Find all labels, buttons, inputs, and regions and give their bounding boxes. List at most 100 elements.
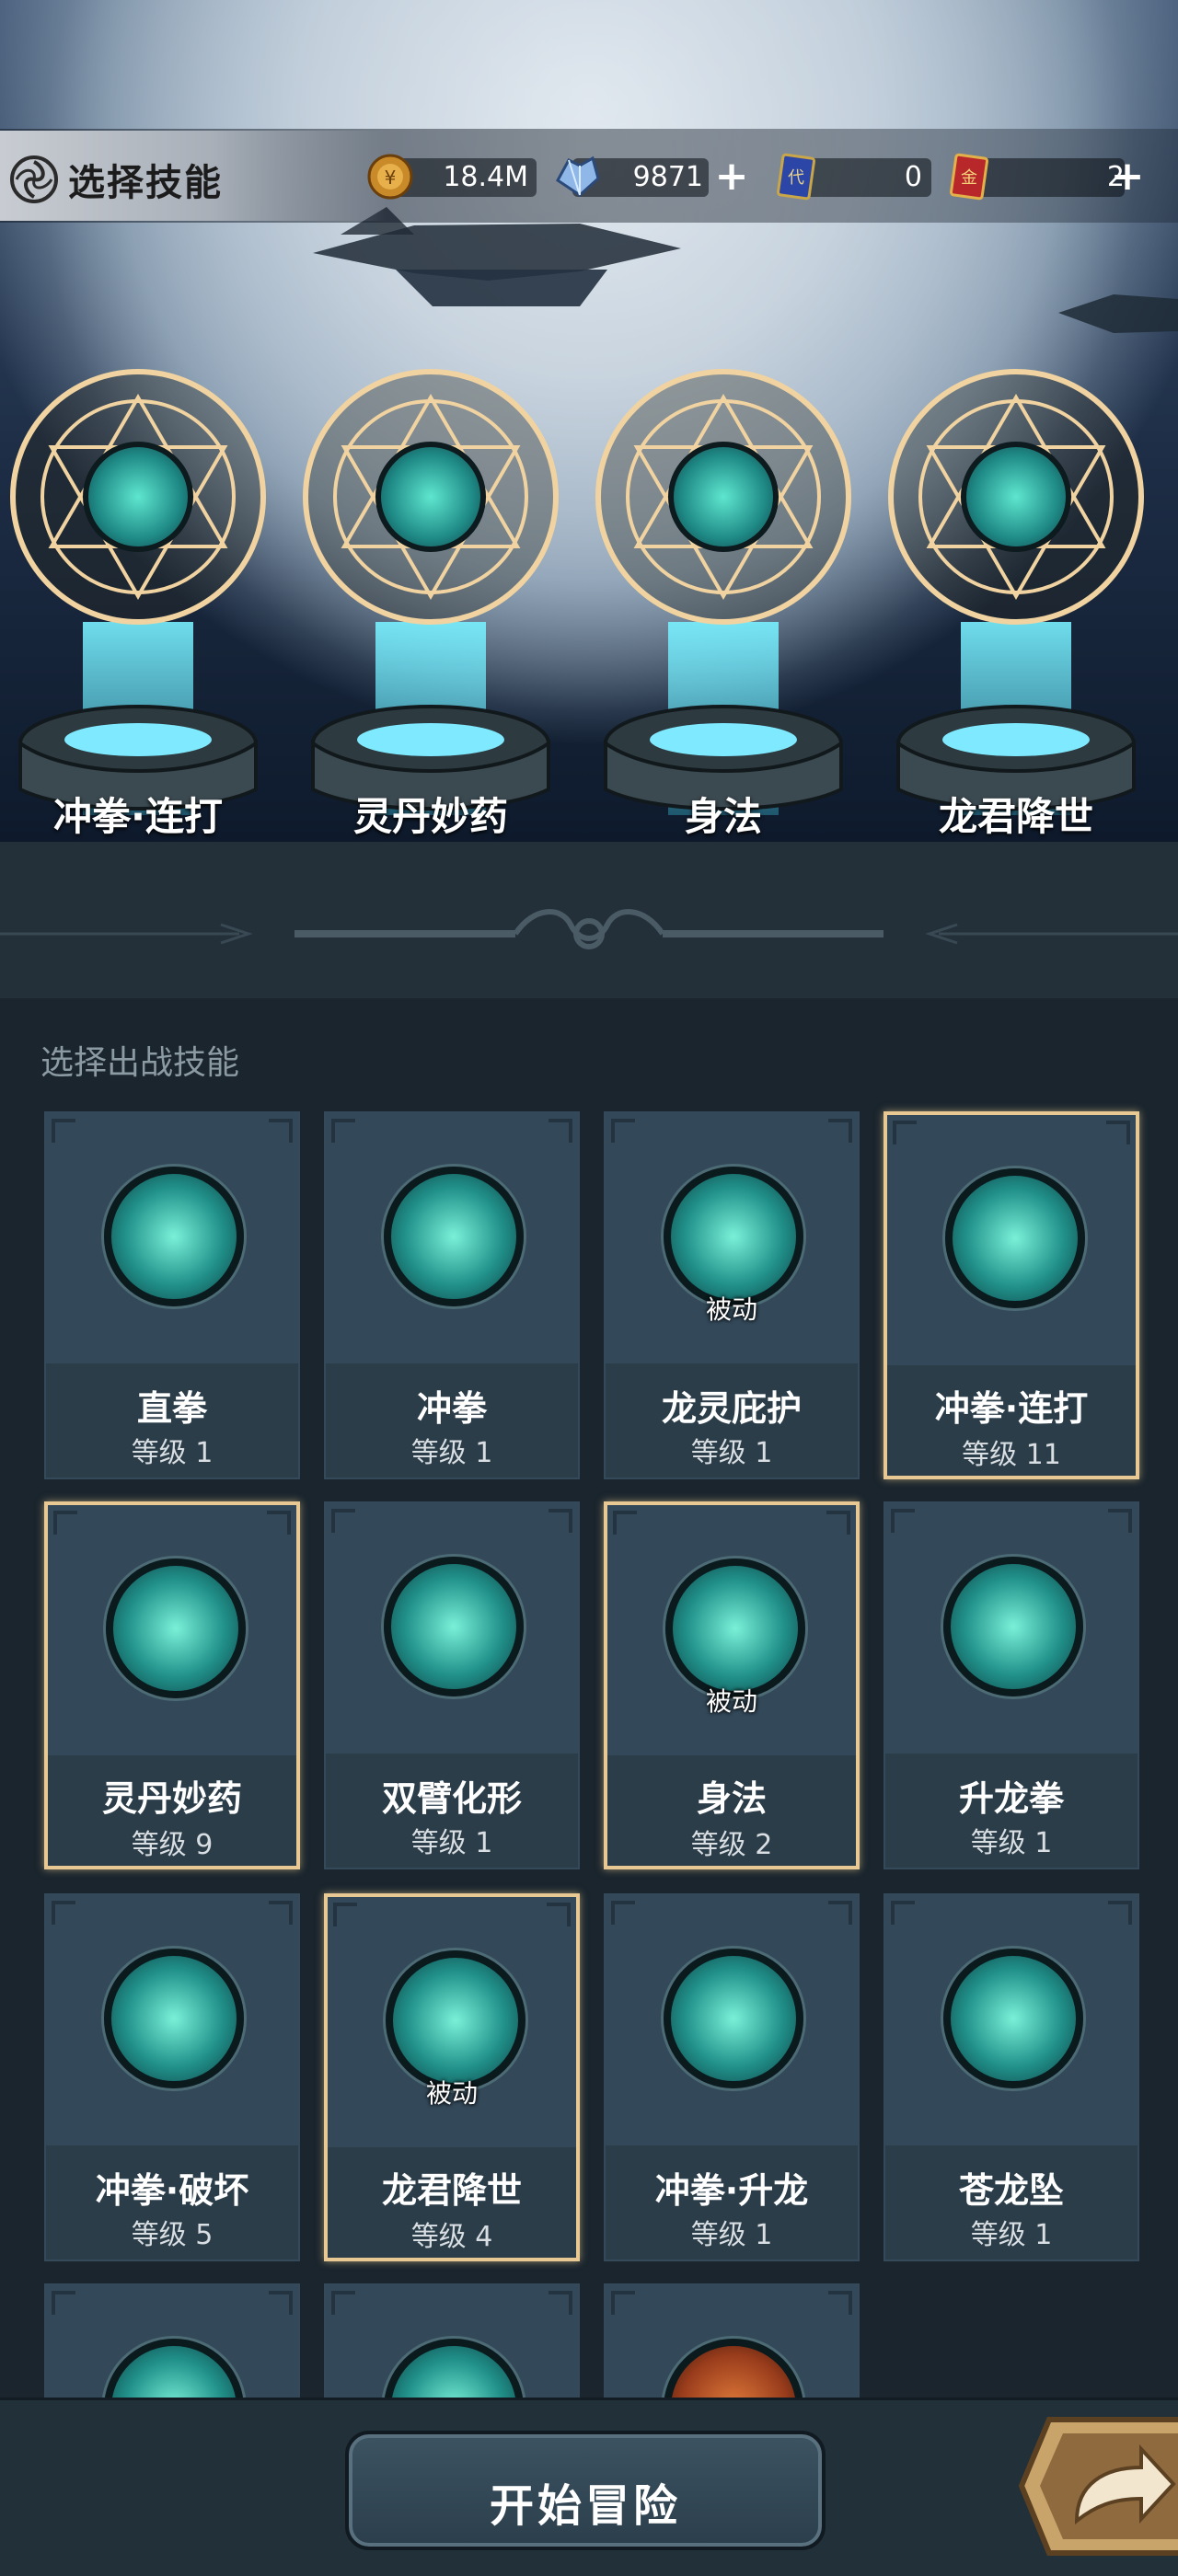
- skill-name: 直拳: [136, 1388, 207, 1429]
- card-corner-ornament: [331, 1509, 355, 1533]
- twin-arms-icon: [384, 1557, 524, 1696]
- card-corner-ornament: [1108, 1509, 1132, 1533]
- skill-level: 等级 1: [131, 1437, 214, 1469]
- card-corner-ornament: [549, 1119, 572, 1143]
- card-corner-ornament: [828, 1119, 852, 1143]
- skill-level: 等级 5: [131, 2219, 214, 2251]
- card-corner-ornament: [269, 1901, 293, 1925]
- skill-level: 等级 1: [690, 1437, 773, 1469]
- gourd-potion-icon: [375, 442, 486, 552]
- skill-name: 冲拳·连打: [934, 1388, 1089, 1429]
- skill-name: 龙灵庇护: [661, 1388, 802, 1429]
- card-corner-ornament: [52, 1119, 75, 1143]
- card-corner-ornament: [53, 1511, 77, 1535]
- gourd-potion-icon: [106, 1558, 246, 1698]
- skill-name: 龙君降世: [381, 2170, 522, 2211]
- blue-card-icon: 代: [776, 153, 816, 201]
- equipped-skill-slot[interactable]: 身法: [585, 366, 861, 845]
- page-title: 选择技能: [68, 162, 223, 204]
- add-crystal-button[interactable]: +: [710, 156, 753, 199]
- equipped-skill-name: 龙君降世: [938, 794, 1093, 839]
- skill-level: 等级 9: [131, 1829, 214, 1861]
- currency-crystal: 9871 +: [552, 153, 755, 201]
- ornament-divider: [0, 909, 1178, 949]
- svg-text:代: 代: [788, 168, 804, 188]
- currency-gold: ¥ 18.4M: [366, 153, 537, 201]
- card-corner-ornament: [547, 1903, 571, 1926]
- skill-level: 等级 2: [690, 1829, 773, 1861]
- card-corner-ornament: [611, 1901, 635, 1925]
- skill-level: 等级 11: [962, 1439, 1061, 1471]
- skill-name: 灵丹妙药: [101, 1778, 242, 1819]
- card-corner-ornament: [267, 1511, 291, 1535]
- skill-card[interactable]: 冲拳·升龙 等级 1: [604, 1893, 860, 2261]
- card-corner-ornament: [269, 1119, 293, 1143]
- skill-card[interactable]: 冲拳等级 1: [324, 1111, 580, 1479]
- equipped-skill-slot[interactable]: 龙君降世: [878, 366, 1154, 845]
- card-corner-ornament: [331, 1119, 355, 1143]
- skill-card[interactable]: 冲拳·破坏等级 5: [44, 1893, 300, 2261]
- skill-card[interactable]: 冲拳·连打等级 11: [884, 1111, 1139, 1479]
- card-corner-ornament: [549, 1509, 572, 1533]
- share-arrow-icon[interactable]: [1012, 2410, 1178, 2562]
- skill-card[interactable]: 灵丹妙药等级 9: [44, 1501, 300, 1869]
- rising-strike-icon: [664, 1949, 803, 2088]
- equipped-skill-slot[interactable]: 灵丹妙药: [293, 366, 569, 845]
- start-adventure-label: 开始冒险: [489, 2480, 681, 2532]
- card-corner-ornament: [549, 2291, 572, 2315]
- svg-text:金: 金: [961, 168, 977, 188]
- card-corner-ornament: [52, 1901, 75, 1925]
- skill-card[interactable]: 被动 身法 等级 2: [604, 1501, 860, 1869]
- skill-level: 等级 1: [690, 2219, 773, 2251]
- swirl-emblem-icon: [10, 155, 58, 203]
- skill-card[interactable]: 苍龙坠 等级 1: [884, 1893, 1139, 2261]
- skill-card[interactable]: 直拳等级 1: [44, 1111, 300, 1479]
- equipped-skill-name: 身法: [684, 794, 762, 839]
- fist-combo-icon: [945, 1168, 1085, 1308]
- skill-name: 苍龙坠: [958, 2170, 1064, 2211]
- card-corner-ornament: [891, 1509, 915, 1533]
- card-corner-ornament: [1106, 1121, 1130, 1144]
- equipped-skill-name: 冲拳·连打: [53, 794, 223, 839]
- currency-gold-value: 18.4M: [443, 161, 528, 193]
- skill-level: 等级 1: [410, 1437, 493, 1469]
- section-label: 选择出战技能: [40, 1044, 240, 1082]
- currency-red-card: 金 2 +: [948, 153, 1150, 201]
- skill-card[interactable]: 被动龙君降世等级 4: [324, 1893, 580, 2261]
- card-corner-ornament: [331, 2291, 355, 2315]
- skill-name: 身法: [696, 1778, 767, 1819]
- card-corner-ornament: [891, 1901, 915, 1925]
- fist-combo-icon: [83, 442, 193, 552]
- straight-punch-icon: [104, 1167, 244, 1306]
- skill-card[interactable]: 升龙拳 等级 1: [884, 1501, 1139, 1869]
- card-corner-ornament: [828, 2291, 852, 2315]
- piercing-fist-icon: [104, 1949, 244, 2088]
- red-card-icon: 金: [949, 153, 989, 201]
- svg-text:¥: ¥: [385, 167, 397, 189]
- gold-coin-icon: ¥: [367, 154, 413, 200]
- skill-name: 双臂化形: [381, 1778, 522, 1819]
- card-corner-ornament: [52, 2291, 75, 2315]
- currency-blue-card: 代 0: [775, 153, 931, 201]
- skill-level: 等级 1: [410, 1827, 493, 1859]
- add-red-card-button[interactable]: +: [1106, 156, 1149, 199]
- card-corner-ornament: [1108, 1901, 1132, 1925]
- skill-card[interactable]: 双臂化形等级 1: [324, 1501, 580, 1869]
- shadow-crossed-blades-icon: [668, 442, 779, 552]
- skill-level: 等级 4: [410, 2221, 493, 2253]
- equipped-skill-slot[interactable]: 冲拳·连打: [0, 366, 276, 845]
- passive-badge: 被动: [425, 2078, 478, 2109]
- rising-dragon-fist-icon: [943, 1557, 1083, 1696]
- card-corner-ornament: [893, 1121, 917, 1144]
- card-corner-ornament: [611, 2291, 635, 2315]
- start-adventure-button[interactable]: 开始冒险: [345, 2431, 826, 2550]
- skill-card[interactable]: 被动龙灵庇护等级 1: [604, 1111, 860, 1479]
- card-corner-ornament: [333, 1903, 357, 1926]
- skill-name: 冲拳·破坏: [95, 2170, 249, 2211]
- skill-name: 冲拳: [416, 1388, 487, 1429]
- crystal-gem-icon: [556, 155, 600, 197]
- dragon-icon: [961, 442, 1071, 552]
- shadow-crossed-blades-icon: [665, 1558, 805, 1698]
- dragon-spirit-shield-icon: [664, 1167, 803, 1306]
- passive-badge: 被动: [705, 1294, 757, 1325]
